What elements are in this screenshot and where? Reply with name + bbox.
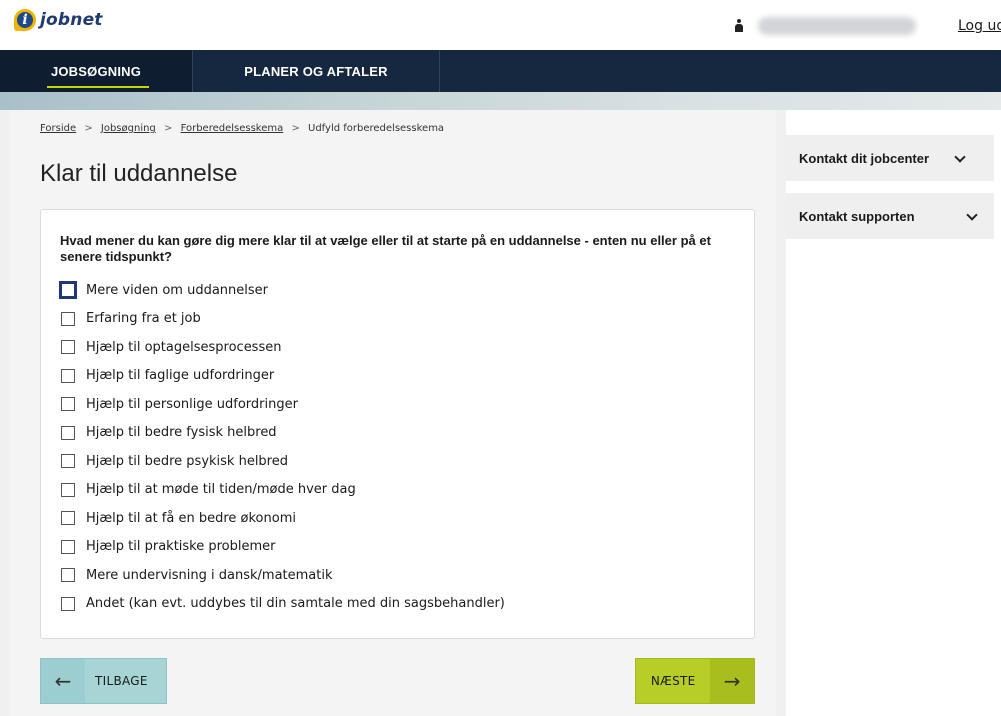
option-item[interactable]: Hjælp til faglige udfordringer: [61, 362, 505, 391]
next-button[interactable]: NÆSTE →: [635, 658, 755, 704]
option-label: Mere viden om uddannelser: [86, 282, 268, 298]
checkbox[interactable]: [61, 454, 75, 469]
tab-jobsogning[interactable]: JOBSØGNING: [0, 50, 193, 92]
option-label: Hjælp til bedre fysisk helbred: [86, 425, 277, 441]
option-item[interactable]: Mere undervisning i dansk/matematik: [61, 561, 505, 590]
active-tab-indicator: [47, 86, 149, 88]
next-button-label: NÆSTE: [650, 674, 696, 688]
option-label: Mere undervisning i dansk/matematik: [86, 567, 333, 583]
sidebar-item-label: Kontakt dit jobcenter: [799, 150, 930, 166]
checkbox[interactable]: [61, 340, 75, 355]
jobnet-logo[interactable]: i jobnet: [14, 9, 103, 31]
checkbox[interactable]: [59, 281, 77, 300]
option-item[interactable]: Mere viden om uddannelser: [59, 276, 505, 305]
main-nav: JOBSØGNING PLANER OG AFTALER: [0, 50, 1001, 92]
logout-link[interactable]: Log ud: [958, 18, 1001, 34]
checkbox[interactable]: [61, 596, 75, 611]
option-item[interactable]: Hjælp til personlige udfordringer: [61, 390, 505, 419]
breadcrumb: Forside > Jobsøgning > Forberedelsesskem…: [40, 123, 444, 134]
breadcrumb-separator: >: [163, 123, 173, 134]
breadcrumb-current: Udfyld forberedelsesskema: [308, 123, 445, 134]
user-icon: [734, 19, 744, 33]
breadcrumb-separator: >: [291, 123, 300, 134]
logo-letter: i: [22, 12, 28, 28]
option-item[interactable]: Hjælp til at få en bedre økonomi: [61, 504, 505, 533]
breadcrumb-jobsogning[interactable]: Jobsøgning: [101, 123, 156, 134]
breadcrumb-forside[interactable]: Forside: [40, 123, 76, 134]
nav-decor-strip: [0, 92, 1001, 110]
option-label: Erfaring fra et job: [86, 311, 201, 327]
logo-text: jobnet: [40, 10, 103, 30]
option-item[interactable]: Hjælp til bedre fysisk helbred: [61, 419, 505, 448]
checkbox[interactable]: [61, 539, 75, 554]
chevron-down-icon: [954, 151, 966, 163]
option-label: Hjælp til at få en bedre økonomi: [86, 510, 296, 526]
page-title: Klar til uddannelse: [40, 160, 238, 187]
options-list: Mere viden om uddannelser Erfaring fra e…: [59, 276, 505, 619]
checkbox[interactable]: [61, 511, 75, 526]
option-label: Hjælp til at møde til tiden/møde hver da…: [86, 482, 356, 498]
breadcrumb-separator: >: [84, 123, 93, 134]
back-button-label: TILBAGE: [95, 674, 148, 688]
user-name-redacted: [758, 17, 916, 35]
content-column: Forside > Jobsøgning > Forberedelsesskem…: [10, 110, 776, 716]
sidebar: Kontakt dit jobcenter Kontakt supporten: [786, 110, 1001, 716]
checkbox[interactable]: [61, 397, 75, 412]
option-label: Hjælp til personlige udfordringer: [86, 396, 298, 412]
sidebar-item-label: Kontakt supporten: [799, 208, 915, 224]
contact-jobcenter-toggle[interactable]: Kontakt dit jobcenter: [786, 135, 994, 181]
chevron-down-icon: [966, 209, 978, 221]
jobnet-logo-icon: i: [14, 9, 36, 31]
question-card: Hvad mener du kan gøre dig mere klar til…: [40, 209, 755, 639]
option-label: Andet (kan evt. uddybes til din samtale …: [86, 596, 505, 612]
tab-planer-og-aftaler[interactable]: PLANER OG AFTALER: [193, 50, 440, 92]
option-item[interactable]: Hjælp til optagelsesprocessen: [61, 333, 505, 362]
top-bar: i jobnet Log ud: [0, 0, 1001, 50]
arrow-right-icon: →: [710, 659, 754, 703]
tab-label: JOBSØGNING: [50, 63, 142, 79]
option-label: Hjælp til praktiske problemer: [86, 539, 276, 555]
option-item[interactable]: Andet (kan evt. uddybes til din samtale …: [61, 590, 505, 619]
checkbox[interactable]: [61, 425, 75, 440]
option-item[interactable]: Erfaring fra et job: [61, 305, 505, 334]
contact-support-toggle[interactable]: Kontakt supporten: [786, 193, 994, 239]
option-item[interactable]: Hjælp til praktiske problemer: [61, 533, 505, 562]
arrow-left-icon: ←: [41, 659, 85, 703]
option-item[interactable]: Hjælp til bedre psykisk helbred: [61, 447, 505, 476]
breadcrumb-forberedelsesskema[interactable]: Forberedelsesskema: [181, 123, 284, 134]
question-text: Hvad mener du kan gøre dig mere klar til…: [60, 233, 711, 264]
tab-label: PLANER OG AFTALER: [244, 63, 388, 79]
option-label: Hjælp til bedre psykisk helbred: [86, 453, 288, 469]
checkbox[interactable]: [61, 368, 75, 383]
option-label: Hjælp til optagelsesprocessen: [86, 339, 282, 355]
checkbox[interactable]: [61, 482, 75, 497]
option-item[interactable]: Hjælp til at møde til tiden/møde hver da…: [61, 476, 505, 505]
back-button[interactable]: ← TILBAGE: [40, 658, 167, 704]
main-area: Forside > Jobsøgning > Forberedelsesskem…: [0, 110, 1001, 716]
checkbox[interactable]: [61, 311, 75, 326]
option-label: Hjælp til faglige udfordringer: [86, 368, 275, 384]
checkbox[interactable]: [61, 568, 75, 583]
